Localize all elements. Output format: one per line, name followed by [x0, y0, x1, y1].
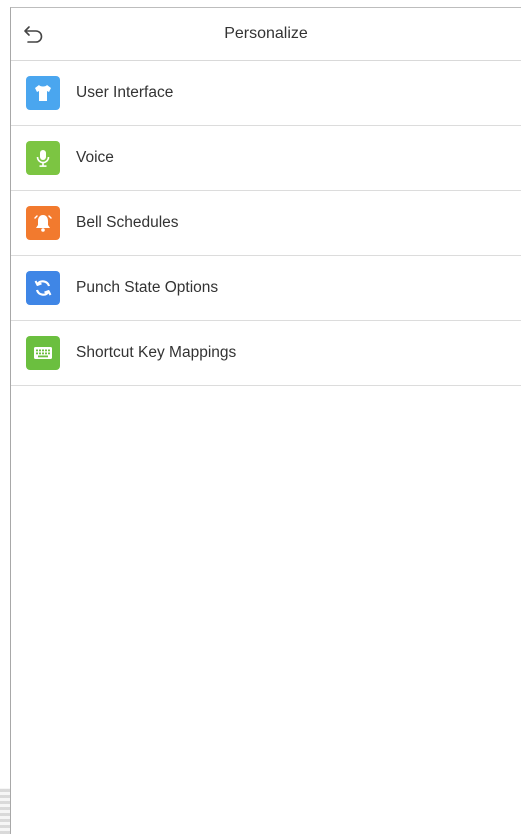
back-button[interactable]: [21, 22, 47, 46]
menu-item-punch-state-options[interactable]: Punch State Options: [11, 256, 521, 321]
bell-icon: [26, 206, 60, 240]
menu-item-voice[interactable]: Voice: [11, 126, 521, 191]
header-bar: Personalize: [11, 8, 521, 61]
crop-artifact: [0, 788, 10, 834]
page-title: Personalize: [224, 25, 308, 42]
sync-icon: [26, 271, 60, 305]
menu-item-shortcut-key-mappings[interactable]: Shortcut Key Mappings: [11, 321, 521, 386]
keyboard-icon: [26, 336, 60, 370]
screen: Personalize User Interface Voice Bell Sc…: [10, 7, 521, 834]
settings-menu: User Interface Voice Bell Schedules Punc…: [11, 61, 521, 386]
menu-item-label: User Interface: [76, 84, 174, 101]
microphone-icon: [26, 141, 60, 175]
menu-item-bell-schedules[interactable]: Bell Schedules: [11, 191, 521, 256]
menu-item-user-interface[interactable]: User Interface: [11, 61, 521, 126]
menu-item-label: Voice: [76, 149, 114, 166]
menu-item-label: Punch State Options: [76, 279, 219, 296]
menu-item-label: Bell Schedules: [76, 214, 179, 231]
menu-item-label: Shortcut Key Mappings: [76, 344, 237, 361]
back-arrow-icon: [24, 26, 43, 43]
tshirt-icon: [26, 76, 60, 110]
